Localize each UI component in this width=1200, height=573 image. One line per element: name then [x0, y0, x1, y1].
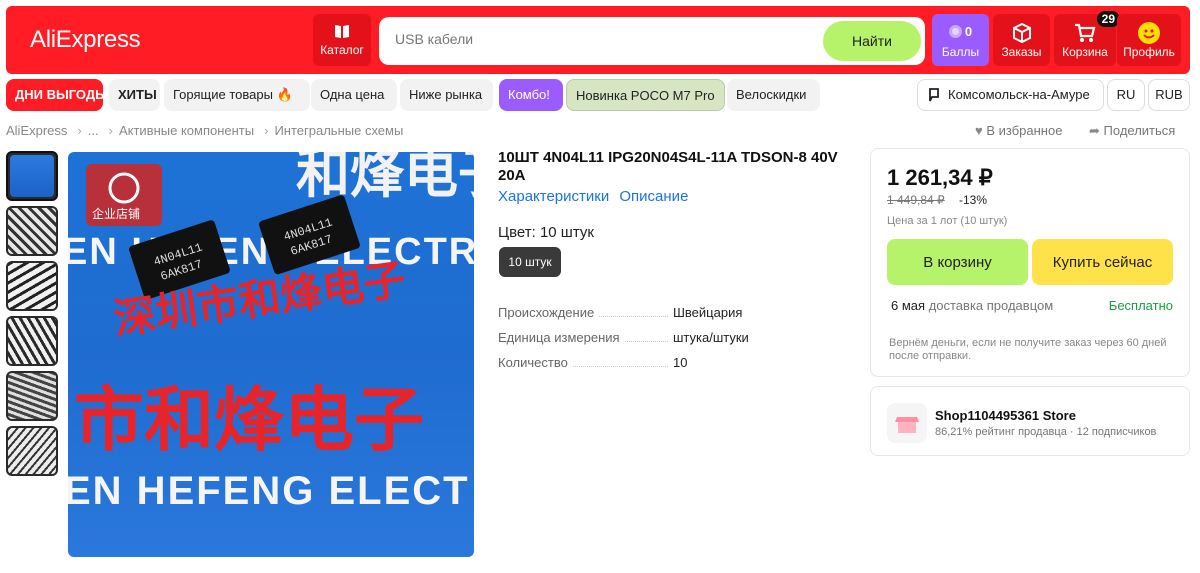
share-label: Поделиться: [1103, 123, 1176, 138]
tag-hot-deals[interactable]: Горящие товары 🔥: [164, 79, 310, 111]
store-card[interactable]: Shop1104495361 Store 86,21% рейтинг прод…: [870, 386, 1190, 456]
store-followers: 12 подписчиков: [1076, 426, 1157, 438]
refund-note: Вернём деньги, если не получите заказ че…: [889, 337, 1167, 362]
points-count: 0: [964, 24, 973, 39]
thumbnail[interactable]: [6, 261, 58, 311]
thumbnail[interactable]: [6, 371, 58, 421]
catalog-button[interactable]: Каталог: [313, 14, 371, 66]
spec-value: 10: [673, 355, 688, 370]
spec-value: Швейцария: [673, 305, 743, 320]
spec-list: Происхождение Швейцария Единица измерени…: [498, 304, 818, 379]
store-name[interactable]: Shop1104495361 Store: [935, 408, 1076, 423]
smiley-icon: [1138, 22, 1160, 44]
old-price: 1 449,84 ₽: [887, 193, 945, 207]
watermark-cn-big: 市和烽电子: [74, 379, 424, 461]
discount-badge: -13%: [959, 193, 988, 207]
orders-button[interactable]: Заказы: [993, 14, 1050, 66]
spec-value: штука/штуки: [673, 330, 749, 345]
delivery-info: 6 мая доставка продавцом: [891, 298, 1053, 313]
buy-box: 1 261,34 ₽ 1 449,84 ₽ -13% Цена за 1 лот…: [870, 148, 1190, 377]
heart-icon: ♥: [975, 123, 983, 138]
tag-bicycle-deals[interactable]: Велоскидки: [727, 79, 820, 111]
store-rating: 86,21% рейтинг продавца: [935, 426, 1067, 438]
spec-row: Количество 10: [498, 354, 818, 379]
profile-button[interactable]: Профиль: [1117, 14, 1181, 66]
shop-icon: [895, 417, 919, 433]
cart-button[interactable]: 29 Корзина: [1054, 11, 1120, 66]
breadcrumb: AliExpress ›... › Активные компоненты › Интег…: [6, 123, 407, 138]
share-icon: ➦: [1089, 123, 1100, 138]
tag-below-market[interactable]: Ниже рынка: [400, 79, 493, 111]
book-icon: [335, 25, 349, 38]
tag-one-price[interactable]: Одна цена: [311, 79, 397, 111]
breadcrumb-item[interactable]: ...: [88, 123, 99, 138]
share-button[interactable]: ➦ Поделиться: [1089, 123, 1175, 139]
spec-row: Единица измерения штука/штуки: [498, 329, 818, 354]
product-tabs: Характеристики Описание: [498, 188, 694, 205]
profile-label: Профиль: [1123, 45, 1175, 59]
location-city: Комсомольск-на-Амуре: [948, 87, 1090, 102]
aliexpress-logo[interactable]: AliExpress: [30, 26, 141, 54]
product-photo: 和烽电子 EN HEFENG ELECTRO 企业店铺 4N04L11 6AK8…: [68, 152, 474, 513]
orders-label: Заказы: [1001, 45, 1042, 59]
catalog-label: Каталог: [320, 43, 364, 57]
spec-key: Единица измерения: [498, 330, 624, 345]
delivery-cost: Бесплатно: [1108, 298, 1173, 313]
current-price: 1 261,34 ₽: [887, 165, 993, 190]
lot-note: Цена за 1 лот (10 штук): [887, 215, 1008, 227]
thumbnail[interactable]: [6, 316, 58, 366]
tab-specifications[interactable]: Характеристики: [498, 188, 609, 205]
search-button[interactable]: Найти: [823, 21, 921, 61]
location-selector[interactable]: Комсомольск-на-Амуре: [917, 79, 1104, 111]
spec-key: Происхождение: [498, 305, 599, 320]
top-header: AliExpress Каталог Найти 0 Баллы Заказы …: [6, 6, 1190, 74]
add-to-cart-button[interactable]: В корзину: [887, 239, 1028, 285]
favorite-label: В избранное: [986, 123, 1063, 138]
chevron-right-icon: ›: [108, 123, 113, 138]
thumbnail[interactable]: [6, 206, 58, 256]
buy-now-button[interactable]: Купить сейчас: [1032, 239, 1173, 285]
cart-icon: [1075, 23, 1096, 42]
store-meta: 86,21% рейтинг продавца · 12 подписчиков: [935, 426, 1157, 438]
product-main-image[interactable]: 和烽电子 EN HEFENG ELECTRO 企业店铺 4N04L11 6AK8…: [68, 152, 474, 557]
breadcrumb-item[interactable]: Активные компоненты: [119, 123, 254, 138]
color-label: Цвет: 10 штук: [498, 224, 594, 241]
color-option-10pcs[interactable]: 10 штук: [499, 247, 561, 277]
cart-label: Корзина: [1062, 45, 1108, 59]
search-box: Найти: [379, 17, 925, 65]
tag-hits[interactable]: ХИТЫ: [109, 79, 160, 111]
search-input[interactable]: [395, 31, 795, 47]
breadcrumb-item[interactable]: AliExpress: [6, 123, 67, 138]
shop-badge-label: 企业店铺: [92, 206, 140, 221]
location-pin-icon: [929, 88, 939, 102]
thumbnail-list: [6, 151, 60, 481]
tag-benefit-days[interactable]: ДНИ ВЫГОДЫ: [6, 79, 108, 111]
box-icon: [1012, 22, 1031, 44]
delivery-date: 6 мая: [891, 298, 926, 313]
watermark-cn-top: 和烽电子: [296, 152, 474, 205]
chevron-right-icon: ›: [77, 123, 82, 138]
product-title: 10ШТ 4N04L11 IPG20N04S4L-11A TDSON-8 40V…: [498, 149, 838, 184]
spec-key: Количество: [498, 355, 572, 370]
favorite-button[interactable]: ♥ В избранное: [975, 123, 1062, 138]
points-button[interactable]: 0 Баллы: [932, 14, 989, 66]
breadcrumb-item[interactable]: Интегральные схемы: [274, 123, 403, 138]
thumbnail[interactable]: [6, 426, 58, 476]
tag-combo[interactable]: Комбо!: [499, 79, 563, 111]
watermark-text: EN HEFENG ELECT: [68, 469, 470, 513]
spec-row: Происхождение Швейцария: [498, 304, 818, 329]
tag-poco-m7[interactable]: Новинка POCO M7 Pro: [566, 79, 725, 111]
points-label: Баллы: [941, 45, 980, 59]
coin-icon: [948, 25, 962, 38]
thumbnail[interactable]: [6, 151, 58, 201]
chevron-right-icon: ›: [264, 123, 269, 138]
currency-selector[interactable]: RUB: [1148, 79, 1190, 111]
delivery-method: доставка продавцом: [928, 298, 1054, 313]
store-logo: [887, 403, 927, 443]
language-selector[interactable]: RU: [1107, 79, 1145, 111]
tab-description[interactable]: Описание: [619, 188, 688, 205]
